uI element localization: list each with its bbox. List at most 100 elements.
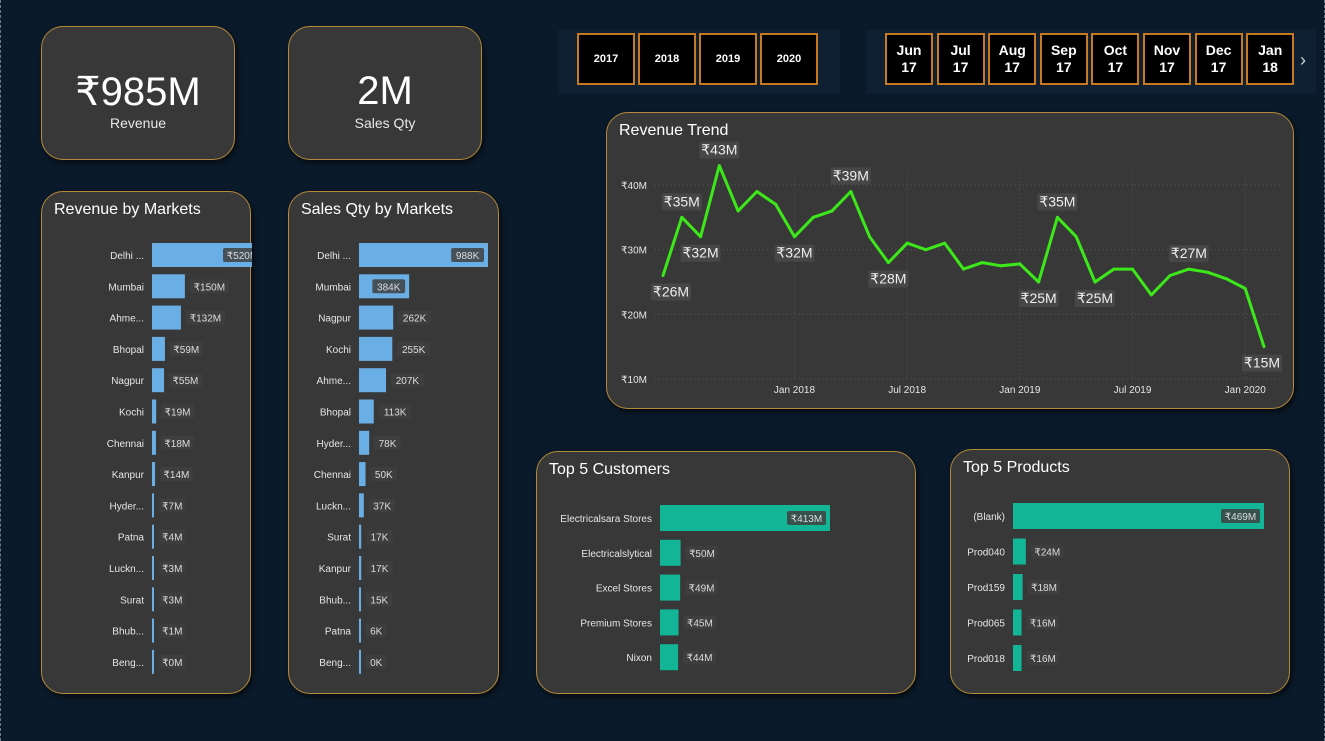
month-button-jul-17[interactable]: Jul 17 [936, 33, 985, 85]
category-label: Mumbai [315, 282, 351, 293]
bar [359, 524, 362, 549]
bar [152, 305, 181, 330]
y-tick-label: ₹40M [621, 181, 647, 192]
year-label: 17 [1210, 59, 1227, 75]
category-label: Prod018 [967, 654, 1005, 665]
year-button-2020[interactable]: 2020 [760, 33, 818, 85]
sales-qty-by-markets-card: Sales Qty by Markets Delhi ... 988K Mumbai… [288, 191, 499, 694]
bar [359, 305, 394, 330]
category-label: Kanpur [319, 564, 352, 575]
data-label: ₹4M [162, 533, 182, 544]
chevron-right-icon[interactable]: › [1300, 50, 1306, 71]
year-label: 17 [901, 59, 917, 75]
bar [152, 556, 154, 580]
category-label: Ahme... [110, 314, 144, 325]
top5-products-card: Top 5 Products (Blank) ₹469M Prod040 ₹24M Pr… [950, 449, 1290, 694]
month-button-oct-17[interactable]: Oct 17 [1091, 33, 1140, 85]
category-label: Electricalsara Stores [560, 514, 652, 525]
data-point [1149, 293, 1153, 297]
data-label: ₹43M [701, 142, 737, 158]
revenue-trend-card: Revenue Trend ₹40M ₹30M ₹20M ₹10M Jan 2018 Ju… [606, 112, 1294, 409]
category-label: Mumbai [108, 282, 144, 293]
category-label: Surat [327, 533, 351, 544]
data-label: ₹39M [833, 167, 869, 183]
top5-products-chart: (Blank) ₹469M Prod040 ₹24M Prod159 ₹18M Prod06… [967, 503, 1264, 671]
month-button-dec-17[interactable]: Dec 17 [1194, 33, 1243, 85]
month-button-jan-18[interactable]: Jan 18 [1246, 33, 1295, 85]
data-point [1206, 270, 1210, 274]
year-label: 17 [1159, 59, 1175, 75]
data-label: 113K [384, 408, 407, 419]
data-point [962, 267, 965, 271]
x-tick-label: Jan 2020 [1225, 385, 1267, 396]
category-label: Kochi [119, 408, 144, 419]
data-label: 50K [375, 470, 393, 481]
category-label: Premium Stores [580, 618, 652, 629]
bar [660, 539, 681, 566]
data-label: 384K [377, 282, 401, 293]
month-button-sep-17[interactable]: Sep 17 [1039, 33, 1088, 85]
bar [152, 430, 156, 455]
data-label: ₹3M [162, 595, 182, 606]
year-button-2019[interactable]: 2019 [699, 33, 757, 85]
data-label: 0K [370, 658, 383, 669]
data-point [811, 215, 815, 219]
month-label: Jan [1258, 42, 1283, 58]
bar [1013, 645, 1022, 671]
bar [359, 649, 361, 674]
year-button-2018[interactable]: 2018 [638, 33, 696, 85]
bar [152, 368, 165, 393]
data-label: ₹49M [689, 584, 715, 595]
data-point [1168, 274, 1172, 278]
data-point [736, 209, 740, 213]
data-label: ₹32M [682, 245, 718, 261]
data-label: ₹28M [870, 271, 906, 287]
category-label: Beng... [112, 658, 144, 669]
data-label: ₹150M [194, 282, 225, 293]
month-button-aug-17[interactable]: Aug 17 [988, 33, 1037, 85]
bar [359, 618, 361, 643]
data-label: ₹15M [1244, 355, 1280, 371]
category-label: Nixon [626, 653, 652, 664]
x-tick-label: Jan 2018 [774, 385, 816, 396]
bar [359, 430, 370, 455]
data-point [924, 248, 928, 252]
category-label: Bhopal [320, 408, 351, 419]
data-point [1224, 277, 1228, 281]
data-label: ₹18M [164, 439, 190, 450]
data-point [1112, 267, 1116, 271]
data-label: ₹413M [791, 514, 822, 525]
data-label: ₹1M [162, 627, 182, 638]
bar [152, 462, 156, 487]
category-label: Bhopal [113, 345, 144, 356]
year-label: 17 [1107, 59, 1124, 75]
data-label: 207K [396, 376, 420, 387]
kpi-value: ₹985M [75, 70, 201, 114]
x-tick-label: Jul 2018 [888, 385, 926, 396]
data-label: 988K [456, 251, 480, 262]
category-label: Hyder... [110, 501, 144, 512]
data-label: ₹32M [776, 245, 812, 261]
y-tick-label: ₹10M [621, 375, 647, 386]
month-label: Dec [1205, 42, 1232, 58]
y-tick-label: ₹20M [621, 310, 647, 321]
month-button-jun-17[interactable]: Jun 17 [885, 33, 933, 85]
year-button-2017[interactable]: 2017 [577, 33, 635, 85]
bar [152, 399, 157, 424]
category-label: Chennai [314, 470, 351, 481]
kpi-label: Sales Qty [354, 115, 416, 131]
category-label: Electricalslytical [581, 549, 652, 560]
bar [359, 336, 393, 361]
data-label: ₹7M [162, 501, 182, 512]
bar [359, 493, 364, 518]
top5-customers-card: Top 5 Customers Electricalsara Stores ₹41… [536, 451, 916, 694]
data-point [868, 235, 872, 239]
bar [1013, 609, 1022, 636]
data-point [849, 189, 853, 193]
data-label: ₹50M [689, 549, 715, 560]
month-button-nov-17[interactable]: Nov 17 [1143, 33, 1191, 85]
data-label: ₹27M [1171, 245, 1207, 261]
category-label: Kochi [326, 345, 351, 356]
bar [359, 556, 362, 580]
bar [359, 399, 374, 424]
